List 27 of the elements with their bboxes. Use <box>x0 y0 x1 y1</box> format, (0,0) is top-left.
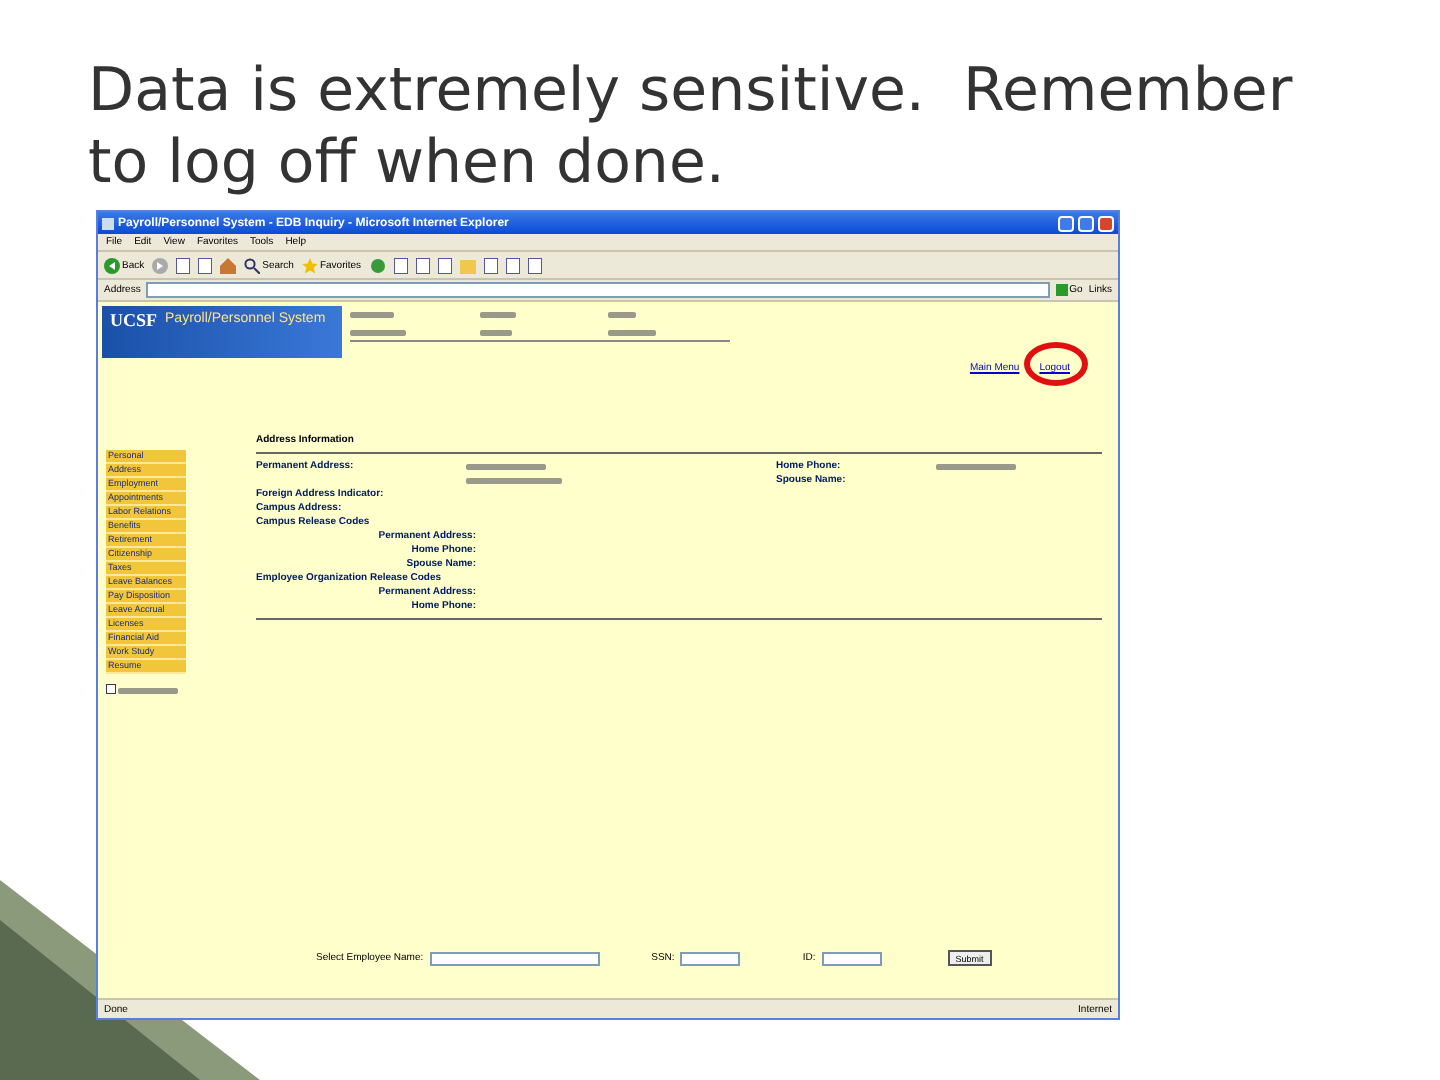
illegible-text <box>936 463 1016 469</box>
illegible-text <box>466 463 546 469</box>
illegible-text <box>118 687 178 693</box>
close-button[interactable] <box>1098 215 1114 231</box>
highlight-circle <box>1024 342 1088 386</box>
employee-name-field[interactable] <box>429 951 600 965</box>
address-field[interactable] <box>146 282 1050 298</box>
search-icon[interactable] <box>244 257 261 273</box>
illegible-text <box>350 330 406 336</box>
id-field[interactable] <box>821 951 882 965</box>
illegible-text <box>350 312 394 318</box>
window-icon <box>102 217 114 229</box>
minimize-button[interactable] <box>1058 215 1074 231</box>
page-icon[interactable] <box>106 684 116 694</box>
illegible-text <box>608 330 657 336</box>
ssn-field[interactable] <box>680 951 741 965</box>
house-icon[interactable] <box>220 257 237 273</box>
illegible-text <box>479 330 512 336</box>
forward-icon[interactable] <box>152 257 169 273</box>
logo-text: UCSF <box>110 310 158 330</box>
illegible-text <box>608 312 637 318</box>
illegible-text <box>466 477 562 483</box>
illegible-text <box>479 312 516 318</box>
star-icon[interactable] <box>301 257 318 273</box>
back-icon[interactable] <box>104 257 120 273</box>
slide-heading: Data is extremely sensitive. Remember to log off when done. <box>88 56 1295 200</box>
maximize-button[interactable] <box>1078 215 1094 231</box>
